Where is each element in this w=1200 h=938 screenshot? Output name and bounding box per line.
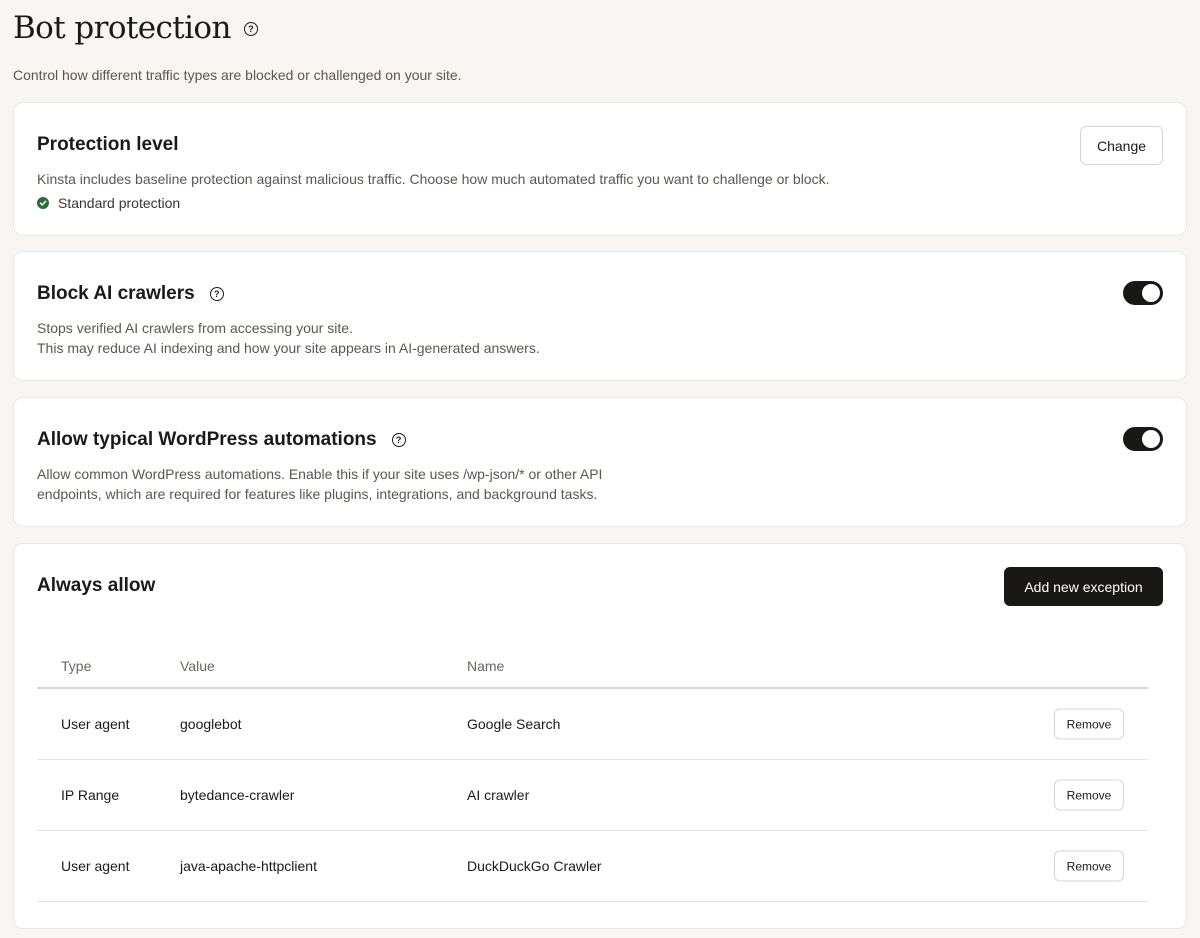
- description-line: Allow common WordPress automations. Enab…: [37, 466, 603, 482]
- table-row: IP Range bytedance-crawler AI crawler Re…: [37, 760, 1148, 831]
- wp-automations-toggle[interactable]: [1123, 427, 1163, 451]
- row-type: IP Range: [61, 787, 120, 803]
- always-allow-title: Always allow: [37, 575, 156, 596]
- remove-button[interactable]: Remove: [1054, 850, 1124, 882]
- wp-automations-card: Allow typical WordPress automations ? Al…: [13, 397, 1187, 527]
- block-ai-crawlers-card: Block AI crawlers ? Stops verified AI cr…: [13, 251, 1187, 381]
- check-circle-icon: [37, 197, 49, 209]
- wp-automations-description: Allow common WordPress automations. Enab…: [37, 464, 602, 504]
- toggle-knob: [1142, 284, 1160, 302]
- row-type: User agent: [61, 858, 130, 874]
- remove-button[interactable]: Remove: [1054, 779, 1124, 811]
- protection-status: Standard protection: [37, 195, 180, 211]
- table-header: Type Value Name: [37, 636, 1148, 689]
- block-ai-crawlers-label: Block AI crawlers: [37, 283, 195, 304]
- protection-level-card: Protection level Kinsta includes baselin…: [13, 102, 1187, 236]
- description-line: This may reduce AI indexing and how your…: [37, 340, 540, 356]
- row-name: AI crawler: [467, 787, 530, 803]
- page-title: Bot protection: [13, 10, 231, 46]
- row-name: Google Search: [467, 716, 561, 732]
- column-header-type: Type: [61, 658, 92, 674]
- table-row: User agent java-apache-httpclient DuckDu…: [37, 831, 1148, 902]
- help-icon[interactable]: ?: [209, 287, 224, 301]
- add-exception-button[interactable]: Add new exception: [1004, 567, 1163, 606]
- block-ai-crawlers-title: Block AI crawlers ?: [37, 283, 224, 305]
- column-header-value: Value: [180, 658, 215, 674]
- row-value: googlebot: [180, 716, 242, 732]
- row-value: bytedance-crawler: [180, 787, 295, 803]
- always-allow-card: Always allow Add new exception Type Valu…: [13, 543, 1187, 929]
- description-line: endpoints, which are required for featur…: [37, 486, 598, 502]
- page-title-row: Bot protection ?: [13, 10, 258, 46]
- help-icon[interactable]: ?: [391, 433, 406, 447]
- block-ai-crawlers-toggle[interactable]: [1123, 281, 1163, 305]
- column-header-name: Name: [467, 658, 505, 674]
- description-line: Stops verified AI crawlers from accessin…: [37, 320, 353, 336]
- help-icon[interactable]: ?: [243, 22, 258, 36]
- protection-level-title: Protection level: [37, 134, 179, 155]
- wp-automations-title: Allow typical WordPress automations ?: [37, 429, 406, 451]
- table-row: User agent googlebot Google Search Remov…: [37, 689, 1148, 760]
- row-type: User agent: [61, 716, 130, 732]
- toggle-knob: [1142, 430, 1160, 448]
- block-ai-crawlers-description: Stops verified AI crawlers from accessin…: [37, 318, 540, 358]
- protection-level-description: Kinsta includes baseline protection agai…: [37, 171, 830, 187]
- page-header: Bot protection ?: [13, 10, 258, 46]
- change-button[interactable]: Change: [1080, 126, 1163, 165]
- protection-status-label: Standard protection: [58, 195, 181, 211]
- exceptions-table: Type Value Name User agent googlebot Goo…: [37, 636, 1148, 902]
- row-value: java-apache-httpclient: [180, 858, 317, 874]
- row-name: DuckDuckGo Crawler: [467, 858, 602, 874]
- wp-automations-label: Allow typical WordPress automations: [37, 429, 377, 450]
- remove-button[interactable]: Remove: [1054, 708, 1124, 740]
- page-subtitle: Control how different traffic types are …: [13, 67, 462, 83]
